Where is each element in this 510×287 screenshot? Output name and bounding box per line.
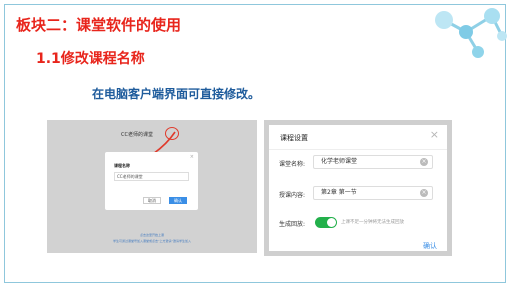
confirm-button[interactable]: 确认 <box>423 241 437 251</box>
rename-dialog: × 课程名称 CC老师的课堂 取消 确认 <box>105 152 198 210</box>
window-title: CC老师的课堂 <box>121 132 153 138</box>
divider <box>269 149 447 150</box>
cancel-button[interactable]: 取消 <box>143 197 161 204</box>
close-icon[interactable]: × <box>430 129 439 140</box>
course-name-input[interactable]: CC老师的课堂 <box>114 172 189 181</box>
client-window-screenshot: CC老师的课堂 × 课程名称 CC老师的课堂 取消 确认 点击这里开始上课 学生… <box>47 120 257 253</box>
clear-icon[interactable]: × <box>420 158 428 166</box>
clear-icon[interactable]: × <box>420 189 428 197</box>
confirm-button[interactable]: 确认 <box>169 197 187 204</box>
section-title: 板块二：课堂软件的使用 <box>16 16 182 34</box>
replay-toggle[interactable] <box>315 217 337 228</box>
course-name-label: 课程名称 <box>114 163 130 168</box>
course-name-value: 化学老师课堂 <box>321 158 358 165</box>
content-label: 授课内容: <box>279 192 306 199</box>
course-settings-dialog: 课程设置 × 课堂名称: 化学老师课堂 × 授课内容: 第2章 第一节 × 生成… <box>264 120 452 256</box>
start-class-link[interactable]: 点击这里开始上课 <box>47 233 257 237</box>
content-input[interactable]: 第2章 第一节 × <box>313 186 433 200</box>
slide-caption: 在电脑客户端界面可直接修改。 <box>92 87 261 101</box>
invite-hint: 学生可通过课堂号加入课堂或点击“上方邀请”邀请学生加入 <box>112 239 192 243</box>
molecule-icon <box>435 8 507 58</box>
toggle-knob <box>327 218 336 227</box>
replay-label: 生成回放: <box>279 221 306 228</box>
dialog-title: 课程设置 <box>280 134 308 142</box>
close-icon[interactable]: × <box>190 154 194 160</box>
course-name-input[interactable]: 化学老师课堂 × <box>313 155 433 169</box>
content-value: 第2章 第一节 <box>321 189 357 196</box>
course-name-label: 课堂名称: <box>279 161 306 168</box>
replay-hint: 上课不足一分钟将无法生成回放 <box>341 220 404 225</box>
slide-subtitle: 1.1修改课程名称 <box>36 51 145 67</box>
